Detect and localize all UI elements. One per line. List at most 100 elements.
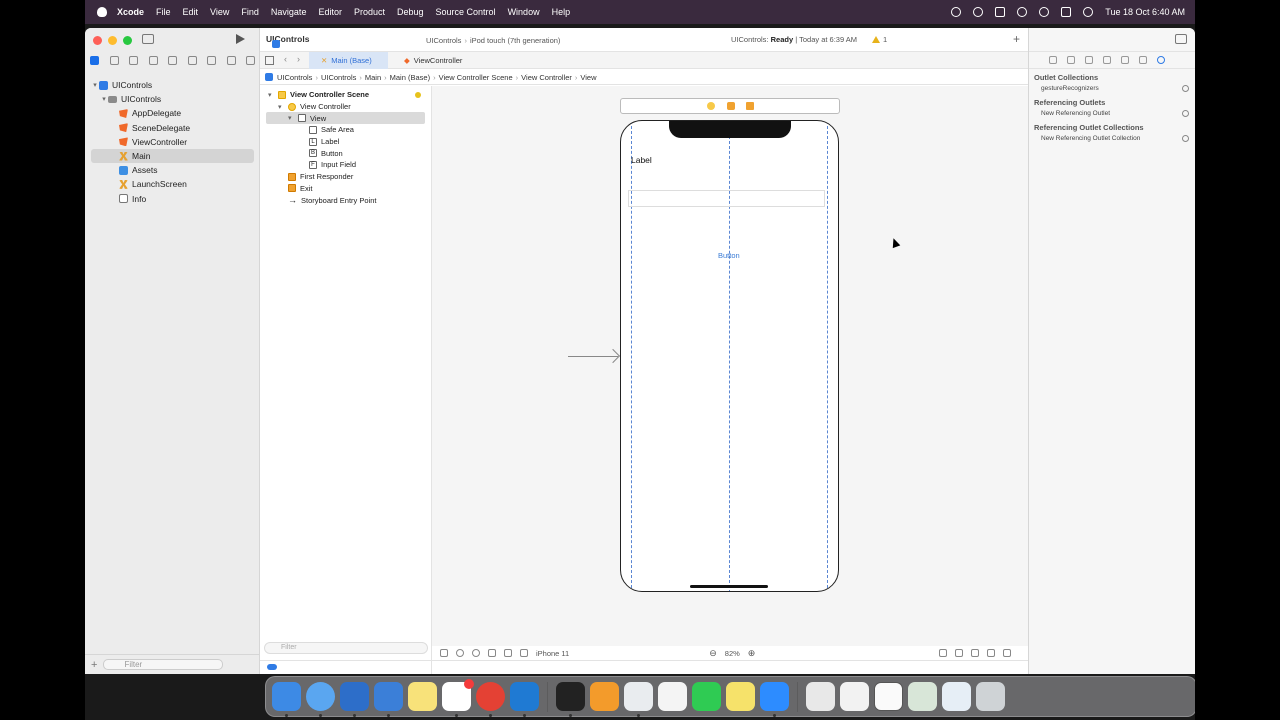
breadcrumb-item[interactable]: Main: [365, 73, 381, 82]
orientation-icon[interactable]: [488, 649, 496, 657]
outlet-row[interactable]: New Referencing Outlet: [1029, 108, 1195, 119]
outline-item-scene[interactable]: ▾ View Controller Scene: [260, 89, 431, 101]
back-icon[interactable]: ‹: [284, 54, 287, 64]
control-center-icon[interactable]: [1061, 7, 1072, 17]
xcode-icon[interactable]: [340, 682, 369, 717]
chrome-icon[interactable]: [476, 682, 505, 717]
scheme-selector[interactable]: UIControls › iPod touch (7th generation): [426, 34, 560, 46]
canvas-button[interactable]: Button: [718, 251, 740, 260]
breadcrumb-item[interactable]: View Controller: [521, 73, 572, 82]
outlet-row[interactable]: New Referencing Outlet Collection: [1029, 133, 1195, 144]
canvas-label[interactable]: Label: [631, 155, 652, 165]
run-button[interactable]: [236, 34, 245, 44]
disclosure-icon[interactable]: ▾: [100, 95, 108, 103]
disclosure-icon[interactable]: ▾: [288, 114, 298, 122]
align-icon[interactable]: [955, 649, 964, 657]
update-frames-icon[interactable]: [939, 649, 948, 657]
related-items-icon[interactable]: [265, 56, 274, 65]
connection-circle-icon[interactable]: [1182, 110, 1189, 117]
menu-debug[interactable]: Debug: [397, 7, 424, 17]
minimize-window-button[interactable]: [108, 36, 117, 45]
vscode-icon[interactable]: [510, 682, 539, 717]
textedit-icon[interactable]: [658, 682, 687, 711]
whatsapp-icon[interactable]: [692, 682, 721, 711]
menu-file[interactable]: File: [156, 7, 171, 17]
outline-item-exit[interactable]: Exit: [260, 183, 431, 195]
slack-icon[interactable]: [442, 679, 474, 717]
canvas-input-field[interactable]: [628, 190, 825, 207]
terminal-icon[interactable]: [556, 682, 585, 717]
disclosure-icon[interactable]: ▾: [268, 91, 278, 99]
document-icon[interactable]: [840, 682, 869, 711]
search-icon[interactable]: [1039, 7, 1050, 17]
add-constraints-icon[interactable]: [971, 649, 980, 657]
outline-item-view[interactable]: ▾ View: [266, 112, 425, 125]
menu-product[interactable]: Product: [354, 7, 385, 17]
debug-toggle-icon[interactable]: [267, 664, 277, 670]
find-navigator-icon[interactable]: [148, 56, 158, 65]
tree-item-scenedelegate[interactable]: SceneDelegate: [85, 121, 260, 135]
tree-item-appdelegate[interactable]: AppDelegate: [85, 106, 260, 120]
tree-item-project[interactable]: ▾ UIControls: [85, 78, 260, 92]
connection-circle-icon[interactable]: [1182, 85, 1189, 92]
forward-icon[interactable]: ›: [297, 54, 300, 64]
tab-viewcontroller[interactable]: ◆ ViewController: [392, 52, 474, 69]
menu-editor[interactable]: Editor: [318, 7, 342, 17]
disclosure-icon[interactable]: ▾: [278, 103, 288, 111]
size-inspector-icon[interactable]: [1139, 56, 1147, 64]
trait-icon[interactable]: [504, 649, 512, 657]
outline-item-view-controller[interactable]: ▾ View Controller: [260, 101, 431, 113]
notes-icon[interactable]: [408, 682, 437, 711]
preview-icon[interactable]: [624, 682, 653, 717]
file-inspector-icon[interactable]: [1049, 56, 1057, 64]
breadcrumb-item[interactable]: View Controller Scene: [439, 73, 513, 82]
tree-item-launchscreen[interactable]: LaunchScreen: [85, 177, 260, 191]
zoom-icon[interactable]: [760, 682, 789, 717]
outlet-row[interactable]: gestureRecognizers: [1029, 83, 1195, 94]
document-icon[interactable]: [942, 682, 971, 711]
storyboard-canvas[interactable]: Label Button: [432, 86, 1028, 646]
device-icon[interactable]: [520, 649, 528, 657]
debug-navigator-icon[interactable]: [207, 56, 216, 65]
identity-inspector-icon[interactable]: [1103, 56, 1111, 64]
finder-icon[interactable]: [272, 682, 301, 717]
embed-icon[interactable]: [1003, 649, 1012, 657]
disclosure-icon[interactable]: ▾: [91, 81, 99, 89]
breadcrumb-item[interactable]: UIControls: [277, 73, 312, 82]
navigator-filter-input[interactable]: Filter: [103, 659, 224, 670]
record-icon[interactable]: [951, 7, 962, 17]
menu-view[interactable]: View: [210, 7, 229, 17]
breadcrumb-item[interactable]: View: [580, 73, 596, 82]
menu-app-name[interactable]: Xcode: [117, 7, 144, 17]
simulator-icon[interactable]: [374, 682, 403, 717]
menu-navigate[interactable]: Navigate: [271, 7, 307, 17]
tree-item-assets[interactable]: Assets: [85, 163, 260, 177]
source-control-icon[interactable]: [109, 56, 119, 65]
safari-icon[interactable]: [306, 682, 335, 717]
battery-icon[interactable]: [995, 7, 1006, 17]
history-inspector-icon[interactable]: [1067, 56, 1075, 64]
siri-icon[interactable]: [1083, 7, 1094, 17]
tree-item-viewcontroller[interactable]: ViewController: [85, 135, 260, 149]
attributes-inspector-icon[interactable]: [1121, 56, 1129, 64]
zoom-out-icon[interactable]: ⊖: [709, 648, 717, 659]
document-icon[interactable]: [874, 682, 903, 711]
scene-dock[interactable]: [620, 98, 840, 114]
menu-find[interactable]: Find: [241, 7, 259, 17]
sidebar-toggle-icon[interactable]: [142, 34, 154, 44]
document-icon[interactable]: [908, 682, 937, 711]
warning-indicator[interactable]: 1: [872, 35, 887, 44]
menu-source-control[interactable]: Source Control: [436, 7, 496, 17]
breadcrumb-item[interactable]: UIControls: [321, 73, 356, 82]
view-controller-icon[interactable]: [707, 102, 715, 110]
add-library-icon[interactable]: +: [1013, 32, 1020, 46]
folder-navigator-icon[interactable]: [90, 56, 99, 65]
symbol-navigator-icon[interactable]: [129, 56, 138, 65]
exit-icon[interactable]: [746, 102, 754, 110]
menu-edit[interactable]: Edit: [183, 7, 199, 17]
issue-navigator-icon[interactable]: [168, 56, 177, 65]
zoom-level[interactable]: 82%: [725, 649, 740, 658]
zoom-window-button[interactable]: [123, 36, 132, 45]
document-icon[interactable]: [806, 682, 835, 711]
report-navigator-icon[interactable]: [246, 56, 255, 65]
